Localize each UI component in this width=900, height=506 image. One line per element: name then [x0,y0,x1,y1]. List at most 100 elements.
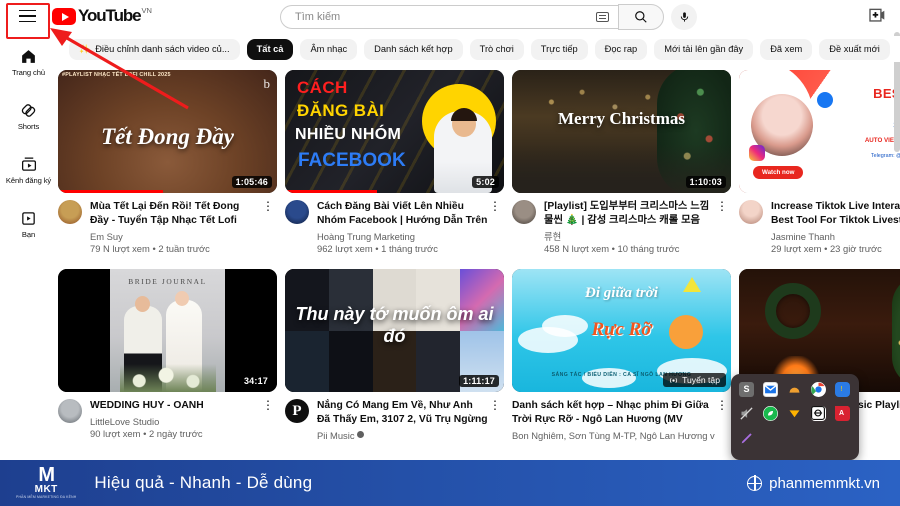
video-row-1: b #PLAYLIST NHẠC TẾT LOFI CHILL 2025 Tết… [57,70,900,255]
video-duration: 1:11:17 [459,375,499,387]
chip-music[interactable]: Âm nhạc [300,38,358,60]
search-box[interactable] [280,5,618,29]
video-title[interactable]: Cách Đăng Bài Viết Lên Nhiều Nhóm Facebo… [317,200,488,228]
channel-name[interactable]: LittleLove Studio [90,416,261,428]
voice-search-button[interactable] [671,4,697,30]
video-meta: WEDDING HUY - OANH LittleLove Studio 90 … [58,399,277,440]
video-thumbnail[interactable]: Đi giữa trời Rực Rỡ SÁNG TÁC / BIỂU DIỄN… [512,269,731,392]
channel-name[interactable]: Em Suy [90,231,261,243]
video-card[interactable]: Merry Christmas 1:10:03 [Playlist] 도입부부터… [512,70,731,255]
chip-rap[interactable]: Đọc rap [594,38,648,60]
keyboard-icon[interactable] [596,12,609,22]
channel-avatar[interactable]: P [285,399,309,423]
chip-gaming[interactable]: Trò chơi [469,38,524,60]
video-thumbnail[interactable]: b #PLAYLIST NHẠC TẾT LOFI CHILL 2025 Tết… [58,70,277,193]
watch-progress-bar [58,190,164,193]
channel-name[interactable]: 류현 [544,231,715,243]
thumbnail-cta-button: Watch now [753,166,804,179]
video-meta: Mùa Tết Lại Đến Rồi! Tết Đong Đầy - Tuyể… [58,200,277,255]
settings-icon[interactable] [811,406,826,421]
sidebar-item-you[interactable]: Bạn [0,200,57,248]
chrome-icon[interactable] [811,382,826,397]
video-menu-icon[interactable]: ⋮ [715,200,729,255]
microphone-icon [680,12,688,22]
chip-label: Đã xem [770,44,803,54]
video-card[interactable]: CÁCH ĐĂNG BÀI NHIỀU NHÓM FACEBOOK 5:02 C… [285,70,504,255]
chip-watched[interactable]: Đã xem [760,38,813,60]
thumbnail-watermark: b [263,76,271,91]
banner-website[interactable]: phanmemmkt.vn [746,475,880,492]
video-title[interactable]: WEDDING HUY - OANH [90,399,261,413]
skype-icon[interactable]: S [739,382,754,397]
sidebar-item-subscriptions[interactable]: Kênh đăng ký [0,146,57,194]
channel-name[interactable]: Bon Nghiêm, Sơn Tùng M-TP, Ngô Lan Hương… [512,430,715,442]
search-button[interactable] [618,4,664,30]
thumbnail-art: CÁCH ĐĂNG BÀI NHIỀU NHÓM FACEBOOK [285,70,504,193]
youtube-logo[interactable]: YouTube VN [52,6,152,26]
channel-avatar[interactable] [58,399,82,423]
video-menu-icon[interactable]: ⋮ [488,399,502,442]
wand-icon: ✨ [79,43,91,54]
video-thumbnail[interactable]: BEST TOOL TIKTOK LIVE SEEDING AUTO VIEW … [739,70,900,193]
video-card[interactable]: b #PLAYLIST NHẠC TẾT LOFI CHILL 2025 Tết… [58,70,277,255]
thumbnail-art: BEST TOOL TIKTOK LIVE SEEDING AUTO VIEW … [739,70,900,193]
floating-app-toolbar[interactable]: S ! A [731,374,859,460]
video-title[interactable]: Mùa Tết Lại Đến Rồi! Tết Đong Đầy - Tuyể… [90,200,261,228]
channel-name[interactable]: Jasmine Thanh [771,231,900,243]
cloud-icon[interactable] [787,382,802,397]
chip-new-to-you[interactable]: Đề xuất mới [819,38,890,60]
thumbnail-art: b #PLAYLIST NHẠC TẾT LOFI CHILL 2025 Tết… [58,70,277,193]
video-card[interactable]: Đi giữa trời Rực Rỡ SÁNG TÁC / BIỂU DIỄN… [512,269,731,442]
video-duration: 1:10:03 [685,176,726,188]
channel-avatar[interactable] [739,200,763,224]
channel-avatar[interactable] [285,200,309,224]
video-stats: 458 N lượt xem • 10 tháng trước [544,243,680,254]
mix-badge: Tuyển tập [663,373,726,387]
video-menu-icon[interactable]: ⋮ [488,200,502,255]
download-icon[interactable] [787,406,802,421]
leaf-icon[interactable] [763,406,778,421]
chip-adjust-recommendations[interactable]: ✨ Điều chỉnh danh sách video củ... [69,38,240,60]
hamburger-menu-icon[interactable] [10,3,44,29]
create-button[interactable] [869,8,886,28]
channel-avatar[interactable] [58,200,82,224]
video-thumbnail[interactable]: CÁCH ĐĂNG BÀI NHIỀU NHÓM FACEBOOK 5:02 [285,70,504,193]
video-title[interactable]: Danh sách kết hợp – Nhạc phim Đi Giữa Tr… [512,399,715,427]
video-title[interactable]: [Playlist] 도입부부터 크리스마스 느낌 물씬 🎄 | 감성 크리스마… [544,200,715,228]
video-menu-icon[interactable]: ⋮ [261,200,275,255]
chip-mixes[interactable]: Danh sách kết hợp [364,38,463,60]
video-menu-icon[interactable]: ⋮ [715,399,729,442]
channel-name[interactable]: Hoàng Trung Marketing [317,231,488,243]
video-stats: 29 lượt xem • 23 giờ trước [771,243,882,254]
video-thumbnail[interactable]: BRIDE JOURNAL 34:17 [58,269,277,392]
mute-icon[interactable] [739,406,754,421]
chip-all[interactable]: Tất cả [246,38,294,60]
video-title[interactable]: Increase Tiktok Live Interaction - Best … [771,200,900,228]
mail-icon[interactable] [763,382,778,397]
verified-badge-icon [356,431,364,438]
svg-text:A: A [839,410,844,417]
chip-recently-uploaded[interactable]: Mới tải lên gần đây [654,38,754,60]
pen-icon[interactable] [739,430,755,446]
sidebar-item-shorts[interactable]: Shorts [0,92,57,140]
thumbnail-title-text: Thu này tớ muốn ôm ai đó [295,304,494,347]
chip-label: Danh sách kết hợp [374,44,453,54]
video-card[interactable]: BRIDE JOURNAL 34:17 WEDDING HUY - OANH L… [58,269,277,442]
shield-icon[interactable]: ! [835,382,850,397]
channel-avatar[interactable] [512,200,536,224]
video-menu-icon[interactable]: ⋮ [261,399,275,440]
chip-live[interactable]: Trực tiếp [530,38,588,60]
video-thumbnail[interactable]: Merry Christmas 1:10:03 [512,70,731,193]
channel-name[interactable]: Pii Music [317,430,488,442]
you-icon [22,211,35,225]
sidebar-item-home[interactable]: Trang chủ [0,38,57,86]
search-input[interactable] [295,11,596,23]
video-card[interactable]: BEST TOOL TIKTOK LIVE SEEDING AUTO VIEW … [739,70,900,255]
mkt-logo-text: MKT [34,484,58,495]
video-card[interactable]: Thu này tớ muốn ôm ai đó 1:11:17 P Nắng … [285,269,504,442]
video-stats: 962 lượt xem • 1 tháng trước [317,243,438,254]
video-title[interactable]: Nắng Có Mang Em Về, Như Anh Đã Thấy Em, … [317,399,488,427]
pdf-icon[interactable]: A [835,406,850,421]
chip-label: Đề xuất mới [829,44,880,54]
video-thumbnail[interactable]: Thu này tớ muốn ôm ai đó 1:11:17 [285,269,504,392]
